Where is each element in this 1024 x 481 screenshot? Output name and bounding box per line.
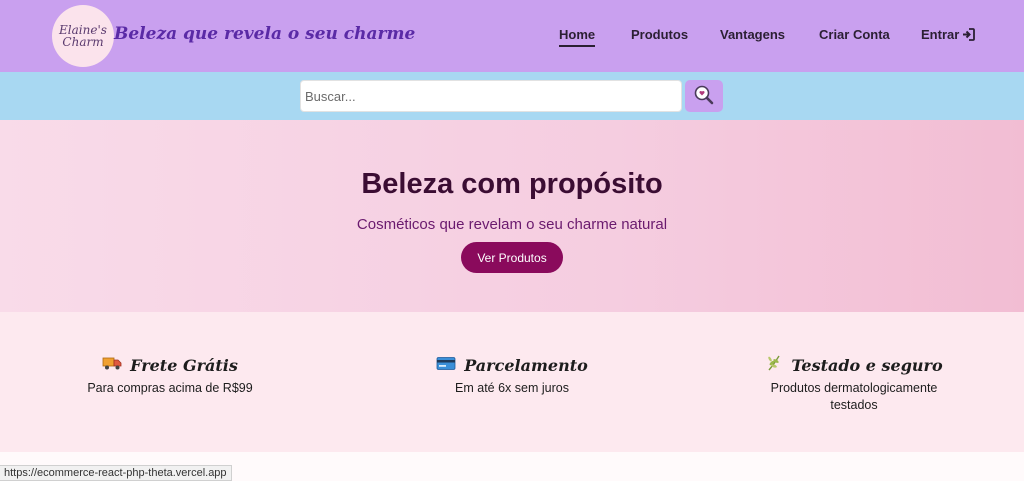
nav-entrar[interactable]: Entrar (921, 27, 976, 42)
feature-testado: Testado e seguro Produtos dermatologicam… (754, 354, 954, 414)
feature-frete: Frete Grátis Para compras acima de R$99 (70, 354, 270, 397)
hero-subtitle: Cosméticos que revelam o seu charme natu… (356, 216, 668, 233)
status-bar-url: https://ecommerce-react-php-theta.vercel… (0, 465, 232, 481)
nav-produtos[interactable]: Produtos (631, 27, 688, 42)
feature-description: Produtos dermatologicamente testados (770, 381, 938, 412)
herb-icon (765, 354, 783, 376)
search-bar (0, 72, 1024, 120)
features-section: Frete Grátis Para compras acima de R$99 … (0, 312, 1024, 452)
truck-icon (102, 355, 122, 375)
search-icon (693, 84, 715, 109)
logo-text-line2: Charm (62, 35, 104, 49)
search-button[interactable] (685, 80, 723, 112)
nav-entrar-label: Entrar (921, 27, 960, 42)
feature-description: Em até 6x sem juros (455, 381, 569, 395)
credit-card-icon (436, 356, 456, 375)
feature-title: Frete Grátis (70, 354, 270, 376)
nav-vantagens[interactable]: Vantagens (720, 27, 785, 42)
hero-title: Beleza com propósito (361, 168, 663, 200)
feature-title-text: Testado e seguro (791, 355, 943, 375)
feature-description: Para compras acima de R$99 (87, 381, 253, 395)
feature-title-text: Parcelamento (464, 355, 588, 375)
nav-criar-conta[interactable]: Criar Conta (819, 27, 890, 42)
hero-section: Beleza com propósito Cosméticos que reve… (0, 120, 1024, 312)
feature-title: Parcelamento (412, 354, 612, 376)
ver-produtos-button[interactable]: Ver Produtos (461, 242, 563, 273)
sign-in-icon (962, 28, 976, 41)
brand-tagline: Beleza que revela o seu charme (114, 24, 416, 44)
feature-title-text: Frete Grátis (130, 355, 238, 375)
search-input[interactable] (300, 80, 682, 112)
feature-title: Testado e seguro (754, 354, 954, 376)
site-header: Elaine's Charm Beleza que revela o seu c… (0, 0, 1024, 72)
feature-parcelamento: Parcelamento Em até 6x sem juros (412, 354, 612, 397)
nav-home[interactable]: Home (559, 27, 596, 47)
brand-logo[interactable]: Elaine's Charm (52, 5, 114, 67)
